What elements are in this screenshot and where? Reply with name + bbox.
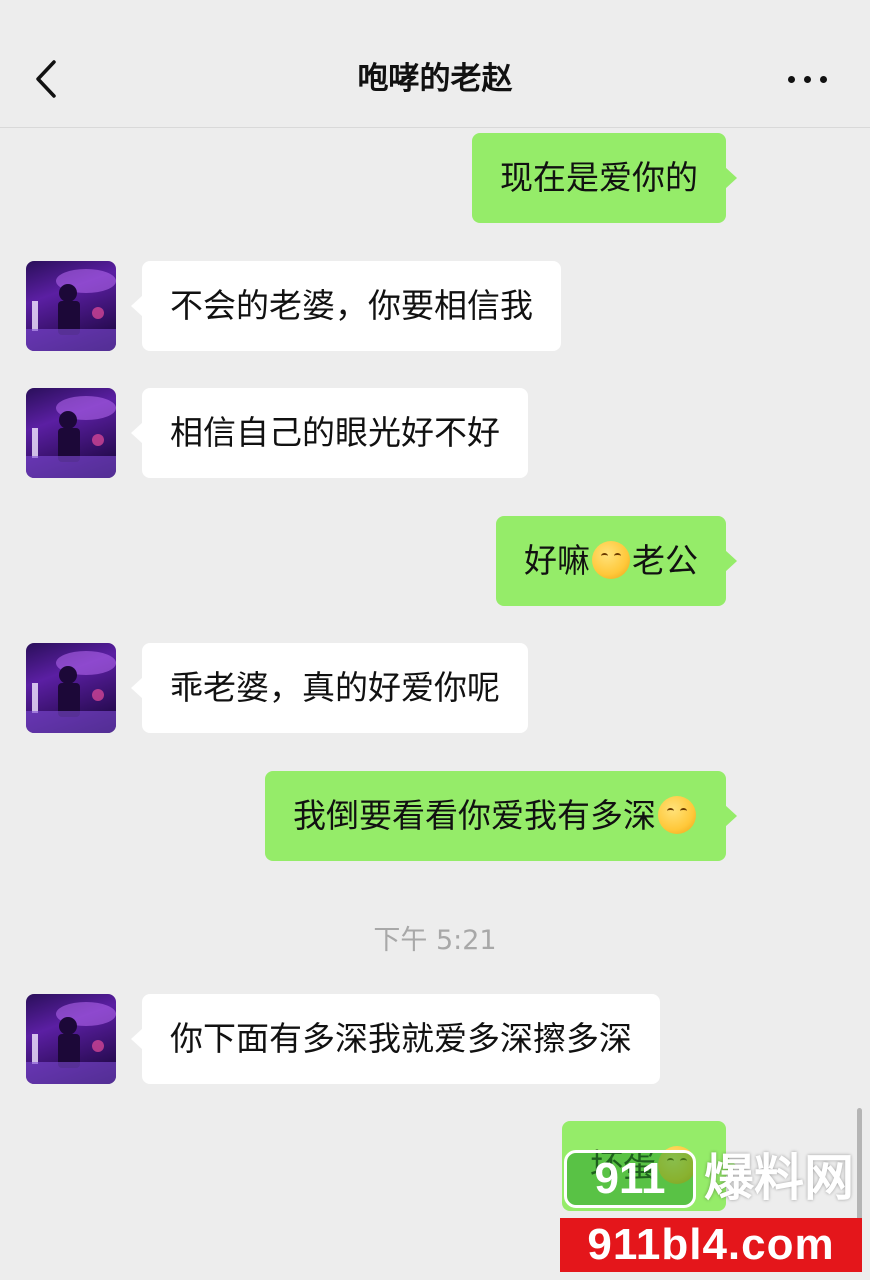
contact-avatar[interactable]	[26, 643, 116, 733]
message-bubble-incoming[interactable]: 你下面有多深我就爱多深擦多深	[131, 994, 660, 1084]
watermark-badge: 911	[564, 1150, 696, 1208]
message-bubble-outgoing[interactable]: 现在是爱你的	[472, 133, 737, 223]
watermark-url: 911bl4.com	[560, 1218, 862, 1272]
message-bubble-incoming[interactable]: 乖老婆，真的好爱你呢	[131, 643, 528, 733]
message-text: 你下面有多深我就爱多深擦多深	[170, 1019, 632, 1058]
message-bubble-incoming[interactable]: 不会的老婆，你要相信我	[131, 261, 561, 351]
more-dots-icon	[788, 76, 795, 83]
message-text: 我倒要看看你爱我有多深	[293, 796, 656, 835]
more-button[interactable]	[786, 62, 830, 96]
avatar-image	[26, 651, 116, 733]
watermark: 911 爆料网 911bl4.com	[558, 1142, 864, 1274]
blush-hand-emoji	[658, 795, 696, 834]
message-text: 不会的老婆，你要相信我	[170, 286, 533, 325]
avatar-image	[26, 1002, 116, 1084]
watermark-title: 爆料网	[704, 1149, 854, 1207]
message-text: 乖老婆，真的好爱你呢	[170, 668, 500, 707]
contact-avatar[interactable]	[26, 388, 116, 478]
message-text: 现在是爱你的	[500, 158, 698, 197]
message-text: 老公	[632, 541, 698, 580]
watermark-top: 911 爆料网	[558, 1142, 864, 1212]
message-bubble-outgoing[interactable]: 好嘛 老公	[496, 516, 737, 606]
avatar-image	[26, 269, 116, 351]
message-text: 好嘛	[524, 541, 590, 580]
timestamp: 下午 5:21	[373, 925, 497, 956]
chat-header: 咆哮的老赵	[0, 0, 870, 128]
blush-hand-emoji	[592, 540, 630, 579]
message-bubble-incoming[interactable]: 相信自己的眼光好不好	[131, 388, 528, 478]
chat-title: 咆哮的老赵	[357, 61, 513, 97]
message-text: 相信自己的眼光好不好	[170, 413, 500, 452]
avatar-image	[26, 396, 116, 478]
message-bubble-outgoing[interactable]: 我倒要看看你爱我有多深	[265, 771, 737, 861]
contact-avatar[interactable]	[26, 261, 116, 351]
message-list[interactable]: 现在是爱你的 不会的老婆，你要相信我 相信自己的眼光好不好 好嘛 老公 乖老婆，…	[0, 128, 870, 1280]
contact-avatar[interactable]	[26, 994, 116, 1084]
